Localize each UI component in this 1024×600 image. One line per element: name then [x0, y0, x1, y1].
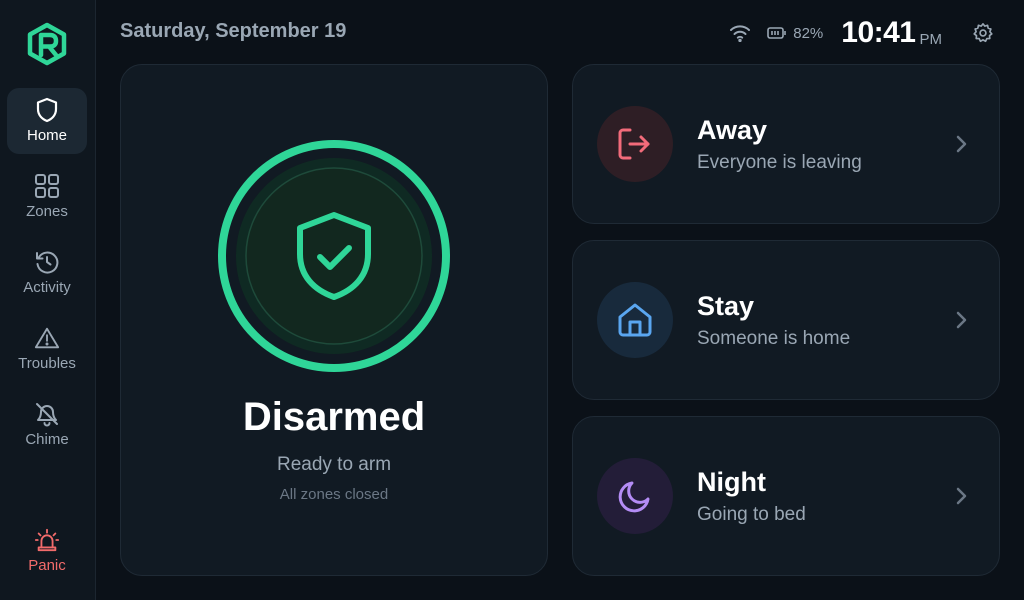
- clock-time: 10:41: [841, 16, 916, 49]
- grid-icon: [34, 173, 60, 199]
- battery-percent: 82%: [793, 24, 824, 42]
- mode-description: Going to bed: [697, 504, 806, 525]
- clock-ampm: PM: [919, 30, 943, 48]
- chevron-right-icon: [956, 487, 967, 505]
- panic-label: Panic: [28, 557, 66, 574]
- sidebar-item-label: Troubles: [18, 355, 76, 372]
- sidebar-item-label: Activity: [23, 279, 71, 296]
- sidebar-item-label: Zones: [26, 203, 68, 220]
- mode-description: Everyone is leaving: [697, 152, 862, 173]
- arm-state-subtitle: Ready to arm: [276, 454, 392, 475]
- exit-icon: [597, 106, 673, 182]
- arm-stay-button[interactable]: Stay Someone is home: [572, 240, 1000, 400]
- zones-status: All zones closed: [279, 486, 389, 503]
- arm-state-title: Disarmed: [242, 395, 426, 439]
- chevron-right-icon: [956, 311, 967, 329]
- mode-title: Away: [697, 115, 768, 145]
- shield-check-icon: [296, 210, 372, 302]
- mode-description: Someone is home: [697, 328, 851, 349]
- arm-away-button[interactable]: Away Everyone is leaving: [572, 64, 1000, 224]
- bell-off-icon: [34, 401, 60, 427]
- warning-icon: [34, 325, 60, 351]
- status-ring[interactable]: [216, 138, 452, 374]
- status-bar: 82% 10:41 PM: [729, 14, 994, 52]
- home-icon: [597, 282, 673, 358]
- sidebar: Home Zones Activity Troubles Chime Panic: [0, 0, 96, 600]
- logo-icon: [25, 22, 69, 66]
- mode-title: Stay: [697, 291, 755, 321]
- gear-icon[interactable]: [972, 22, 994, 44]
- security-status-card: Disarmed Ready to arm All zones closed: [120, 64, 548, 576]
- shield-icon: [34, 97, 60, 123]
- date-label: Saturday, September 19: [120, 20, 347, 42]
- sidebar-item-home[interactable]: Home: [7, 88, 87, 154]
- mode-title: Night: [697, 467, 766, 497]
- sidebar-item-chime[interactable]: Chime: [7, 392, 87, 458]
- battery-icon: [767, 27, 787, 39]
- history-icon: [34, 249, 60, 275]
- siren-icon: [34, 527, 60, 553]
- sidebar-item-zones[interactable]: Zones: [7, 164, 87, 230]
- sidebar-item-label: Chime: [25, 431, 69, 448]
- sidebar-item-activity[interactable]: Activity: [7, 240, 87, 306]
- sidebar-item-label: Home: [26, 127, 67, 144]
- sidebar-item-troubles[interactable]: Troubles: [7, 316, 87, 382]
- battery-indicator: 82%: [767, 25, 823, 42]
- wifi-icon: [729, 24, 751, 43]
- arm-night-button[interactable]: Night Going to bed: [572, 416, 1000, 576]
- moon-icon: [597, 458, 673, 534]
- panic-button[interactable]: Panic: [7, 518, 87, 584]
- chevron-right-icon: [956, 135, 967, 153]
